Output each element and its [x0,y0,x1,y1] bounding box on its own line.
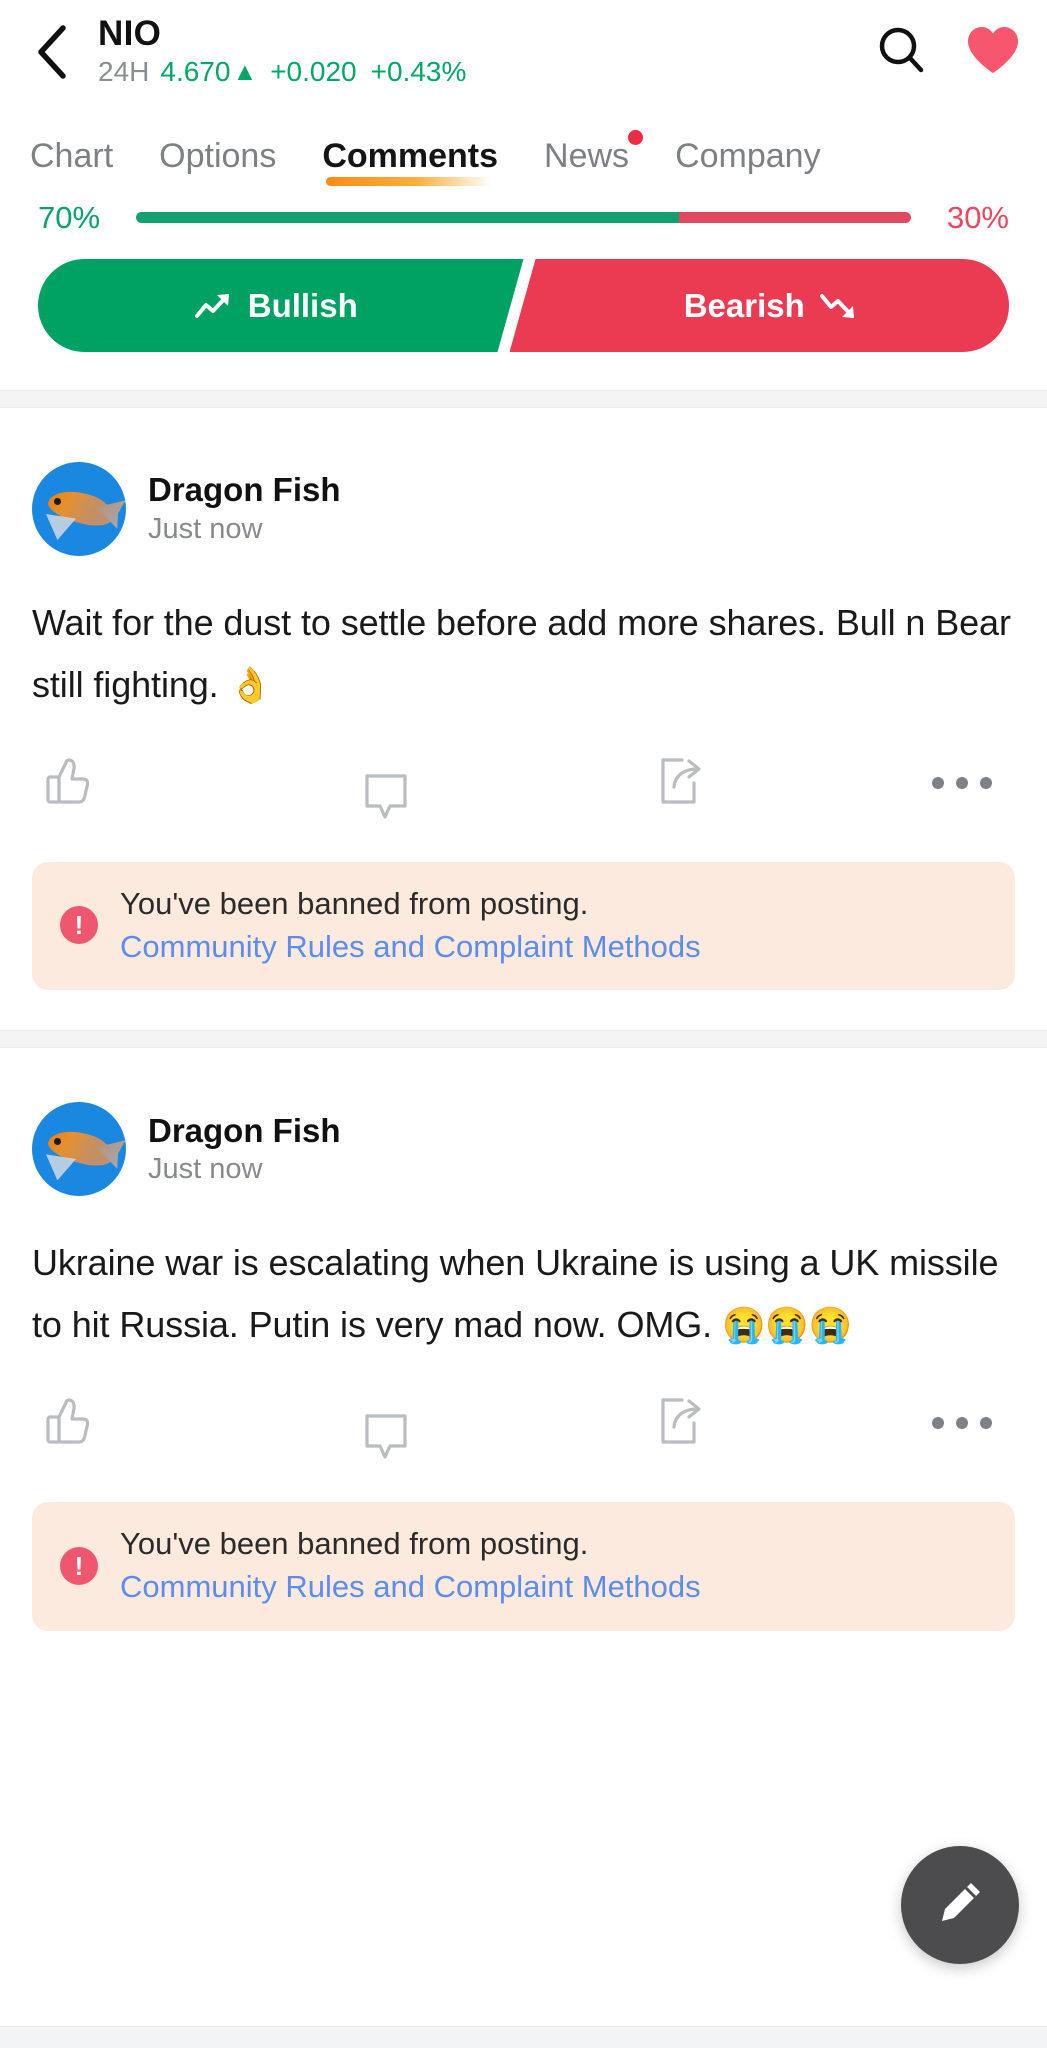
comment-text: Ukraine war is escalating when Ukraine i… [32,1232,1015,1356]
more-options-button[interactable] [932,777,1018,790]
comment-text: Wait for the dust to settle before add m… [32,592,1015,716]
comment-meta: Dragon Fish Just now [148,472,341,545]
comment-emoji: 😭😭😭 [721,1306,853,1346]
pencil-icon [933,1876,987,1935]
search-button[interactable] [875,26,927,78]
tab-chart[interactable]: Chart [30,137,113,186]
more-horizontal-icon [932,777,992,790]
banned-notice-text: You've been banned from posting. Communi… [120,1526,701,1604]
news-badge-dot [628,130,644,145]
thumbs-up-icon [44,755,92,812]
ticker-block: NIO 24H 4.670 ▲ +0.020 +0.43% [98,13,875,89]
bear-percent-label: 30% [946,200,1009,235]
share-icon [656,1395,704,1452]
more-horizontal-icon [932,1417,992,1430]
sentiment-bear-fill [678,212,911,223]
comment-item: Dragon Fish Just now Wait for the dust t… [0,408,1047,853]
price-period-label: 24H [98,56,150,88]
more-options-button[interactable] [932,1417,1018,1430]
bottom-strip [0,2026,1047,2048]
avatar[interactable] [32,1102,126,1197]
back-button[interactable] [22,23,80,81]
search-icon [875,24,927,81]
sentiment-bar-row: 70% 30% [0,202,1047,233]
tab-options[interactable]: Options [159,137,276,186]
bearish-vote-button[interactable]: Bearish [509,259,1009,352]
bullish-vote-button[interactable]: Bullish [38,259,524,352]
trending-down-icon [819,290,859,322]
sentiment-vote-buttons: Bullish Bearish [38,259,1009,352]
section-divider [0,390,1047,408]
price-value: 4.670 [160,56,231,88]
comment-text-content: Ukraine war is escalating when Ukraine i… [32,1242,999,1346]
comment-header: Dragon Fish Just now [32,462,1015,556]
reply-button[interactable] [342,715,642,851]
tab-label: Options [159,137,277,175]
fish-eye-icon [54,498,61,505]
comment-actions [32,715,1018,851]
app-header: NIO 24H 4.670 ▲ +0.020 +0.43% [0,0,1047,104]
banned-message: You've been banned from posting. [120,1526,589,1562]
thumbs-up-icon [44,1395,92,1452]
comment-author[interactable]: Dragon Fish [148,1112,341,1149]
bearish-label: Bearish [683,286,805,324]
share-icon [656,755,704,812]
section-tabs: Chart Options Comments News Company [0,104,1047,186]
comment-actions [32,1355,1018,1491]
comment-text-content: Wait for the dust to settle before add m… [32,602,1011,705]
sentiment-bull-fill [136,212,679,223]
warning-icon: ! [60,1546,98,1585]
sentiment-section: 70% 30% Bullish Bearish [0,186,1047,352]
ticker-symbol: NIO [98,13,162,53]
sentiment-track [136,212,911,223]
trending-up-icon [194,290,234,322]
compose-button[interactable] [901,1846,1019,1964]
price-change-percent: +0.43% [370,56,467,88]
avatar[interactable] [32,462,126,556]
price-up-arrow-icon: ▲ [232,58,258,87]
tab-comments[interactable]: Comments [322,137,498,186]
warning-icon: ! [60,906,98,945]
price-change: +0.020 [270,56,357,88]
bull-percent-label: 70% [38,200,101,235]
tab-label: Company [675,137,821,175]
banned-message: You've been banned from posting. [120,886,589,922]
chevron-left-icon [34,24,68,80]
favorite-button[interactable] [967,26,1019,78]
comment-author[interactable]: Dragon Fish [148,472,341,509]
bullish-label: Bullish [247,286,358,324]
comment-header: Dragon Fish Just now [32,1102,1015,1197]
community-rules-link[interactable]: Community Rules and Complaint Methods [120,1569,701,1605]
community-rules-link[interactable]: Community Rules and Complaint Methods [120,929,701,965]
comment-timestamp: Just now [148,512,263,545]
comment-bubble-icon [362,1410,410,1465]
tab-label: News [544,137,630,175]
price-row: 24H 4.670 ▲ +0.020 +0.43% [98,57,875,88]
comment-bubble-icon [362,770,410,825]
comment-timestamp: Just now [148,1153,263,1186]
tab-label: Chart [30,137,114,175]
heart-icon [965,24,1021,81]
comment-emoji: 👌 [228,665,273,705]
reply-button[interactable] [342,1355,642,1491]
banned-notice: ! You've been banned from posting. Commu… [32,862,1015,991]
comment-meta: Dragon Fish Just now [148,1112,341,1186]
tab-news[interactable]: News [544,130,644,186]
comment-item: Dragon Fish Just now Ukraine war is esca… [0,1048,1047,1493]
header-actions [875,26,1019,78]
like-button[interactable] [32,755,342,812]
tab-label: Comments [322,137,499,175]
comment-separator [0,1030,1047,1049]
banned-notice: ! You've been banned from posting. Commu… [32,1502,1015,1631]
share-button[interactable] [642,1395,932,1452]
share-button[interactable] [642,755,932,812]
tab-company[interactable]: Company [675,137,821,186]
like-button[interactable] [32,1395,342,1452]
banned-notice-text: You've been banned from posting. Communi… [120,886,701,964]
